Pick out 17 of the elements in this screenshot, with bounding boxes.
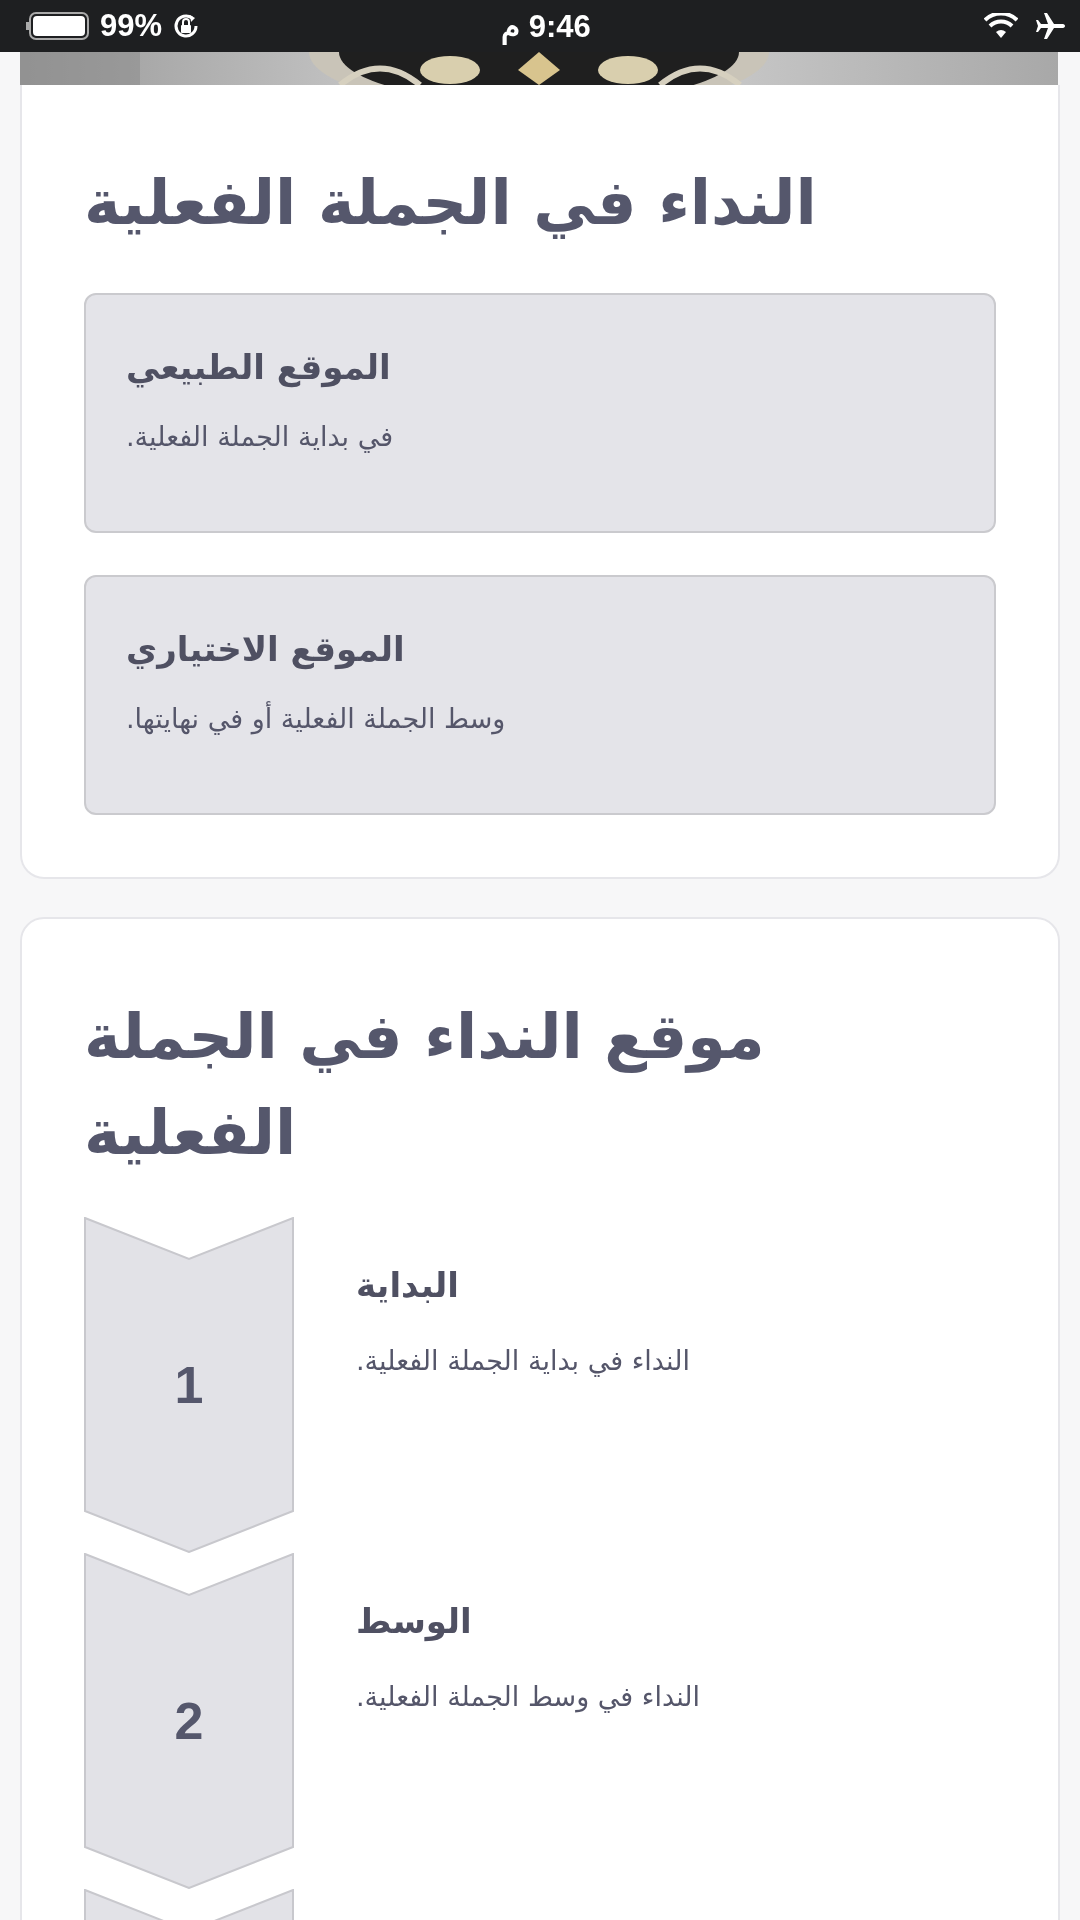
step-number: 1 [174, 1355, 204, 1416]
card-heading: الموقع الطبيعي [126, 347, 392, 388]
battery-icon [26, 12, 90, 40]
step-heading: البداية [356, 1265, 460, 1306]
airplane-icon [1036, 12, 1066, 40]
step-heading: الوسط [356, 1601, 473, 1642]
section-title: موقع النداء في الجملة الفعلية [84, 999, 766, 1172]
card-text: وسط الجملة الفعلية أو في نهايتها. [126, 703, 507, 735]
step-number: 2 [174, 1691, 204, 1752]
step-text: النداء في بداية الجملة الفعلية. [356, 1345, 690, 1377]
section-title: النداء في الجملة الفعلية [84, 165, 818, 241]
step-text: النداء في وسط الجملة الفعلية. [356, 1681, 700, 1713]
wifi-icon [984, 13, 1018, 39]
card-text: في بداية الجملة الفعلية. [126, 421, 395, 453]
status-time: 9:46 م [501, 7, 591, 45]
battery-level: 99% [100, 8, 163, 44]
card-heading: الموقع الاختياري [126, 629, 406, 670]
